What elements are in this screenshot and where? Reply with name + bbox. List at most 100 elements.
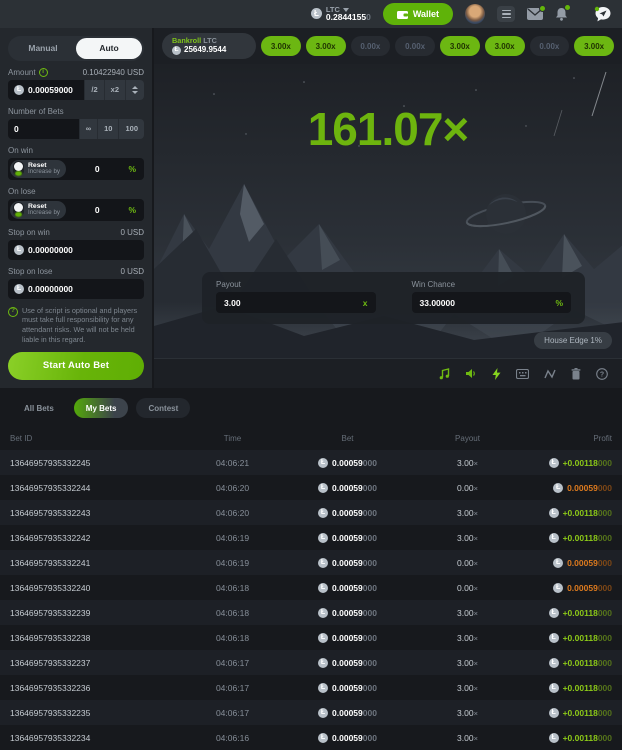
ltc-coin-icon: Ł: [14, 245, 24, 255]
number-of-bets-input[interactable]: 0: [8, 119, 79, 139]
start-auto-bet-button[interactable]: Start Auto Bet: [8, 352, 144, 380]
bet-time: 04:06:18: [185, 608, 280, 618]
ltc-coin-icon: Ł: [311, 8, 322, 19]
avatar[interactable]: [465, 4, 485, 24]
tab-my-bets[interactable]: My Bets: [74, 398, 129, 418]
bet-time: 04:06:20: [185, 508, 280, 518]
bet-profit: Ł +0.00118000: [520, 633, 612, 643]
hotkeys-icon[interactable]: [516, 369, 529, 379]
payout-input[interactable]: 3.00 x: [216, 292, 376, 313]
topbar: Ł LTC 0.28441550 Wallet: [0, 0, 622, 28]
half-bet-button[interactable]: /2: [84, 80, 103, 100]
preset-10-button[interactable]: 10: [97, 119, 118, 139]
multiplier-history-pill[interactable]: 0.00x: [530, 36, 570, 56]
notifications-button[interactable]: [555, 7, 568, 21]
chat-button[interactable]: [594, 6, 612, 23]
ltc-coin-icon: Ł: [549, 608, 559, 618]
amount-value: 0.00059000: [28, 85, 73, 95]
bet-payout: 3.00×: [415, 658, 520, 668]
bet-time: 04:06:17: [185, 708, 280, 718]
on-lose-value-input[interactable]: 0: [66, 205, 128, 215]
bankroll-display: Bankroll LTC Ł25649.9544: [162, 33, 256, 59]
wallet-button[interactable]: Wallet: [383, 3, 453, 25]
bet-row[interactable]: 13646957935332234 04:06:16 Ł 0.00059000 …: [0, 725, 622, 750]
bet-controls-panel: Manual Auto Amounti 0.10422940 USD Ł 0.0…: [0, 28, 152, 388]
bet-profit: Ł 0.00059000: [520, 483, 612, 493]
ltc-coin-icon: Ł: [318, 508, 328, 518]
multiplier-history-pill[interactable]: 3.00x: [485, 36, 525, 56]
game-header: Bankroll LTC Ł25649.9544 3.00x3.00x0.00x…: [154, 28, 622, 64]
payout-label: Payout: [216, 280, 376, 289]
bet-profit: Ł +0.00118000: [520, 708, 612, 718]
ltc-coin-icon: Ł: [318, 733, 328, 743]
multiplier-history-pill[interactable]: 3.00x: [574, 36, 614, 56]
tab-contest[interactable]: Contest: [136, 398, 190, 418]
on-win-label: On win: [8, 146, 33, 155]
currency-selector[interactable]: Ł LTC 0.28441550: [311, 6, 371, 23]
clear-trash-icon[interactable]: [571, 368, 581, 380]
bet-id: 13646957935332242: [10, 533, 185, 543]
infinity-bets-button[interactable]: ∞: [79, 119, 97, 139]
win-chance-input[interactable]: 33.00000 %: [412, 292, 572, 313]
stop-on-win-input[interactable]: Ł 0.00000000: [8, 240, 144, 260]
bet-time: 04:06:19: [185, 558, 280, 568]
bet-row[interactable]: 13646957935332236 04:06:17 Ł 0.00059000 …: [0, 675, 622, 700]
multiplier-history-pill[interactable]: 3.00x: [440, 36, 480, 56]
bet-row[interactable]: 13646957935332235 04:06:17 Ł 0.00059000 …: [0, 700, 622, 725]
bet-row[interactable]: 13646957935332243 04:06:20 Ł 0.00059000 …: [0, 500, 622, 525]
multiplier-history-pill[interactable]: 0.00x: [395, 36, 435, 56]
col-bet-id: Bet ID: [10, 434, 185, 443]
tab-manual[interactable]: Manual: [10, 38, 76, 59]
bet-time: 04:06:17: [185, 683, 280, 693]
inbox-button[interactable]: [527, 8, 543, 20]
toggle-knob-icon: [13, 161, 24, 176]
music-icon[interactable]: [439, 368, 450, 380]
bet-payout: 0.00×: [415, 483, 520, 493]
info-icon[interactable]: i: [39, 68, 48, 77]
bet-payout: 3.00×: [415, 508, 520, 518]
app-root: Ł LTC 0.28441550 Wallet: [0, 0, 622, 750]
ltc-coin-icon: Ł: [318, 458, 328, 468]
bet-row[interactable]: 13646957935332238 04:06:18 Ł 0.00059000 …: [0, 625, 622, 650]
amount-input[interactable]: Ł 0.00059000: [8, 80, 84, 100]
bet-amount: Ł 0.00059000: [280, 583, 415, 593]
on-win-reset-toggle[interactable]: Reset Increase by: [10, 160, 66, 178]
tab-auto[interactable]: Auto: [76, 38, 142, 59]
on-win-value-input[interactable]: 0: [66, 164, 128, 174]
inbox-badge: [539, 5, 546, 12]
trends-icon[interactable]: [544, 369, 556, 379]
payout-panel: Payout 3.00 x Win Chance 33.00000 %: [202, 272, 585, 324]
bet-time: 04:06:17: [185, 658, 280, 668]
stop-on-lose-usd: 0 USD: [120, 267, 144, 276]
amount-stepper[interactable]: [125, 80, 144, 100]
bet-payout: 3.00×: [415, 633, 520, 643]
bet-row[interactable]: 13646957935332242 04:06:19 Ł 0.00059000 …: [0, 525, 622, 550]
help-icon[interactable]: ?: [596, 368, 608, 380]
turbo-bolt-icon[interactable]: [492, 368, 501, 380]
double-bet-button[interactable]: x2: [104, 80, 125, 100]
bet-id: 13646957935332235: [10, 708, 185, 718]
bet-id: 13646957935332245: [10, 458, 185, 468]
bet-row[interactable]: 13646957935332240 04:06:18 Ł 0.00059000 …: [0, 575, 622, 600]
sound-icon[interactable]: [465, 368, 477, 379]
stop-on-lose-input[interactable]: Ł 0.00000000: [8, 279, 144, 299]
on-lose-reset-toggle[interactable]: Reset Increase by: [10, 201, 66, 219]
bet-row[interactable]: 13646957935332245 04:06:21 Ł 0.00059000 …: [0, 450, 622, 475]
bet-id: 13646957935332239: [10, 608, 185, 618]
bet-profit: Ł 0.00059000: [520, 558, 612, 568]
ltc-coin-icon: Ł: [318, 583, 328, 593]
bet-row[interactable]: 13646957935332244 04:06:20 Ł 0.00059000 …: [0, 475, 622, 500]
multiplier-history-pill[interactable]: 3.00x: [261, 36, 301, 56]
menu-button[interactable]: [497, 6, 515, 22]
tab-all-bets[interactable]: All Bets: [12, 398, 66, 418]
bet-row[interactable]: 13646957935332237 04:06:17 Ł 0.00059000 …: [0, 650, 622, 675]
on-lose-label: On lose: [8, 187, 36, 196]
multiplier-history-pill[interactable]: 0.00x: [351, 36, 391, 56]
bet-id: 13646957935332237: [10, 658, 185, 668]
preset-100-button[interactable]: 100: [118, 119, 144, 139]
svg-text:?: ?: [600, 371, 604, 378]
bet-row[interactable]: 13646957935332239 04:06:18 Ł 0.00059000 …: [0, 600, 622, 625]
toggle-knob-icon: [13, 202, 24, 217]
multiplier-history-pill[interactable]: 3.00x: [306, 36, 346, 56]
bet-row[interactable]: 13646957935332241 04:06:19 Ł 0.00059000 …: [0, 550, 622, 575]
